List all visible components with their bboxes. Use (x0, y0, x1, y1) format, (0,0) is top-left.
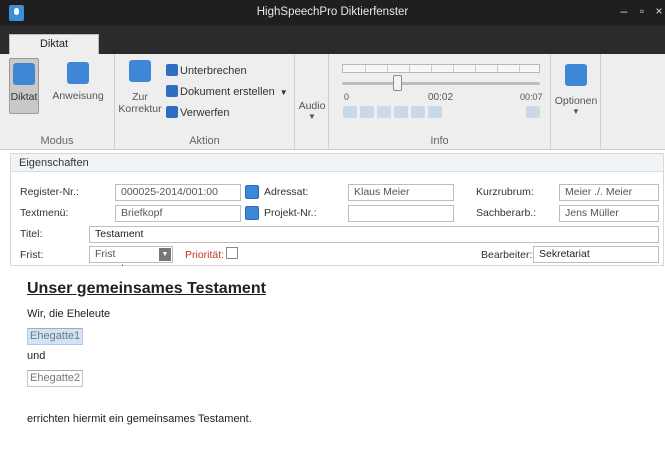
rewind-icon[interactable] (360, 106, 374, 118)
bearbeiter-field[interactable]: Sekretariat (533, 246, 659, 263)
adressat-field[interactable]: Klaus Meier (348, 184, 454, 201)
placeholder-ehegatte2[interactable]: Ehegatte2 (27, 370, 84, 387)
register-label: Register-Nr.: (20, 186, 79, 198)
group-modus: Diktat Anweisung Modus (0, 54, 115, 150)
create-document-icon (166, 85, 178, 97)
window-title: HighSpeechPro Diktierfenster (256, 6, 409, 18)
frist-label: Frist: (20, 249, 44, 261)
trash-icon (166, 106, 178, 118)
audio-button[interactable]: Audio ▼ (295, 100, 329, 121)
document-line-und: und (27, 350, 46, 362)
properties-header: Eigenschaften (11, 154, 663, 172)
restore-button[interactable]: ▫ (634, 3, 650, 19)
position-track[interactable] (342, 75, 540, 91)
document-line-eheleute: Wir, die Eheleute (27, 308, 111, 320)
document-icon (129, 60, 151, 82)
modus-group-label: Modus (40, 135, 74, 147)
time-end: 00:07 (520, 92, 543, 102)
kurzrubrum-label: Kurzrubrum: (476, 186, 534, 198)
gear-icon (565, 64, 587, 86)
register-field[interactable]: 000025-2014/001:00 (115, 184, 241, 201)
zur-korrektur-button[interactable]: Zur Korrektur (117, 60, 163, 115)
anweisung-button[interactable]: Anweisung (47, 62, 109, 102)
time-current: 00:02 (428, 92, 454, 103)
textmenu-label: Textmenü: (20, 207, 69, 219)
adressat-label: Adressat: (264, 186, 309, 198)
unterbrechen-button[interactable]: Unterbrechen (166, 64, 247, 80)
ribbon: Diktat Anweisung Modus Zur Korrektur Akt… (0, 54, 665, 150)
dropdown-arrow-icon: ▼ (279, 88, 288, 97)
audio-dropdown-icon: ▼ (308, 112, 316, 121)
textmenu-picker-button[interactable] (245, 206, 259, 220)
optionen-dropdown-icon: ▼ (572, 107, 580, 116)
rewind-start-icon[interactable] (343, 106, 357, 118)
optionen-button[interactable]: Optionen ▼ (551, 64, 601, 116)
time-start: 0 (344, 92, 350, 102)
forward-icon[interactable] (394, 106, 408, 118)
optionen-label: Optionen (554, 95, 598, 107)
pause-icon (166, 64, 178, 76)
audio-label: Audio (298, 100, 326, 112)
frist-select[interactable]: Frist vorgeben ▼ (89, 246, 173, 275)
textmenu-field[interactable]: Briefkopf (115, 205, 241, 222)
document-editor[interactable]: Unser gemeinsames Testament Wir, die Ehe… (0, 266, 665, 452)
forward-end-icon[interactable] (411, 106, 425, 118)
document-line-errichten: errichten hiermit ein gemeinsames Testam… (27, 413, 252, 425)
diktat-button[interactable]: Diktat (9, 58, 39, 114)
placeholder-ehegatte1[interactable]: Ehegatte1 (27, 328, 84, 345)
register-picker-button[interactable] (245, 185, 259, 199)
record-icon[interactable] (428, 106, 442, 118)
frist-dropdown-icon: ▼ (159, 248, 171, 261)
stop-icon[interactable] (526, 106, 540, 118)
kurzrubrum-field[interactable]: Meier ./. Meier (559, 184, 659, 201)
speech-bubble-icon (67, 62, 89, 84)
dokument-erstellen-label: Dokument erstellen (180, 86, 275, 98)
info-group-label: Info (430, 135, 449, 147)
verwerfen-label: Verwerfen (180, 107, 230, 119)
zur-label: Zur (132, 91, 148, 103)
projekt-field[interactable] (348, 205, 454, 222)
minimize-button[interactable]: – (616, 3, 632, 19)
microphone-icon (13, 63, 35, 85)
position-slider-thumb[interactable] (393, 75, 403, 91)
titel-field[interactable]: Testament (89, 226, 659, 243)
play-icon[interactable] (377, 106, 391, 118)
level-meter (342, 64, 540, 73)
bearbeiter-label: Bearbeiter: (481, 249, 533, 261)
group-info: 0 00:02 00:07 Info (329, 54, 551, 150)
document-heading: Unser gemeinsames Testament (27, 280, 266, 297)
sachbearb-field[interactable]: Jens Müller (559, 205, 659, 222)
title-bar: HighSpeechPro Diktierfenster – ▫ × (0, 0, 665, 26)
tab-diktat[interactable]: Diktat (9, 34, 99, 55)
anweisung-label: Anweisung (52, 90, 104, 102)
ribbon-tab-bar: Diktat (0, 26, 665, 55)
properties-panel: Eigenschaften Register-Nr.: 000025-2014/… (10, 153, 664, 275)
aktion-group-label: Aktion (189, 135, 220, 147)
projekt-label: Projekt-Nr.: (264, 207, 317, 219)
group-audio: Audio ▼ (295, 54, 329, 150)
verwerfen-button[interactable]: Verwerfen (166, 106, 230, 122)
group-optionen: Optionen ▼ (551, 54, 601, 150)
diktat-label: Diktat (10, 91, 38, 103)
close-button[interactable]: × (651, 3, 665, 19)
prioritaet-label: Priorität: (185, 249, 225, 261)
sachbearb-label: Sachberarb.: (476, 207, 537, 219)
titel-label: Titel: (20, 228, 43, 240)
korrektur-label: Korrektur (118, 103, 162, 115)
prioritaet-checkbox[interactable] (226, 247, 238, 259)
dokument-erstellen-button[interactable]: Dokument erstellen ▼ (166, 85, 288, 101)
unterbrechen-label: Unterbrechen (180, 65, 247, 77)
